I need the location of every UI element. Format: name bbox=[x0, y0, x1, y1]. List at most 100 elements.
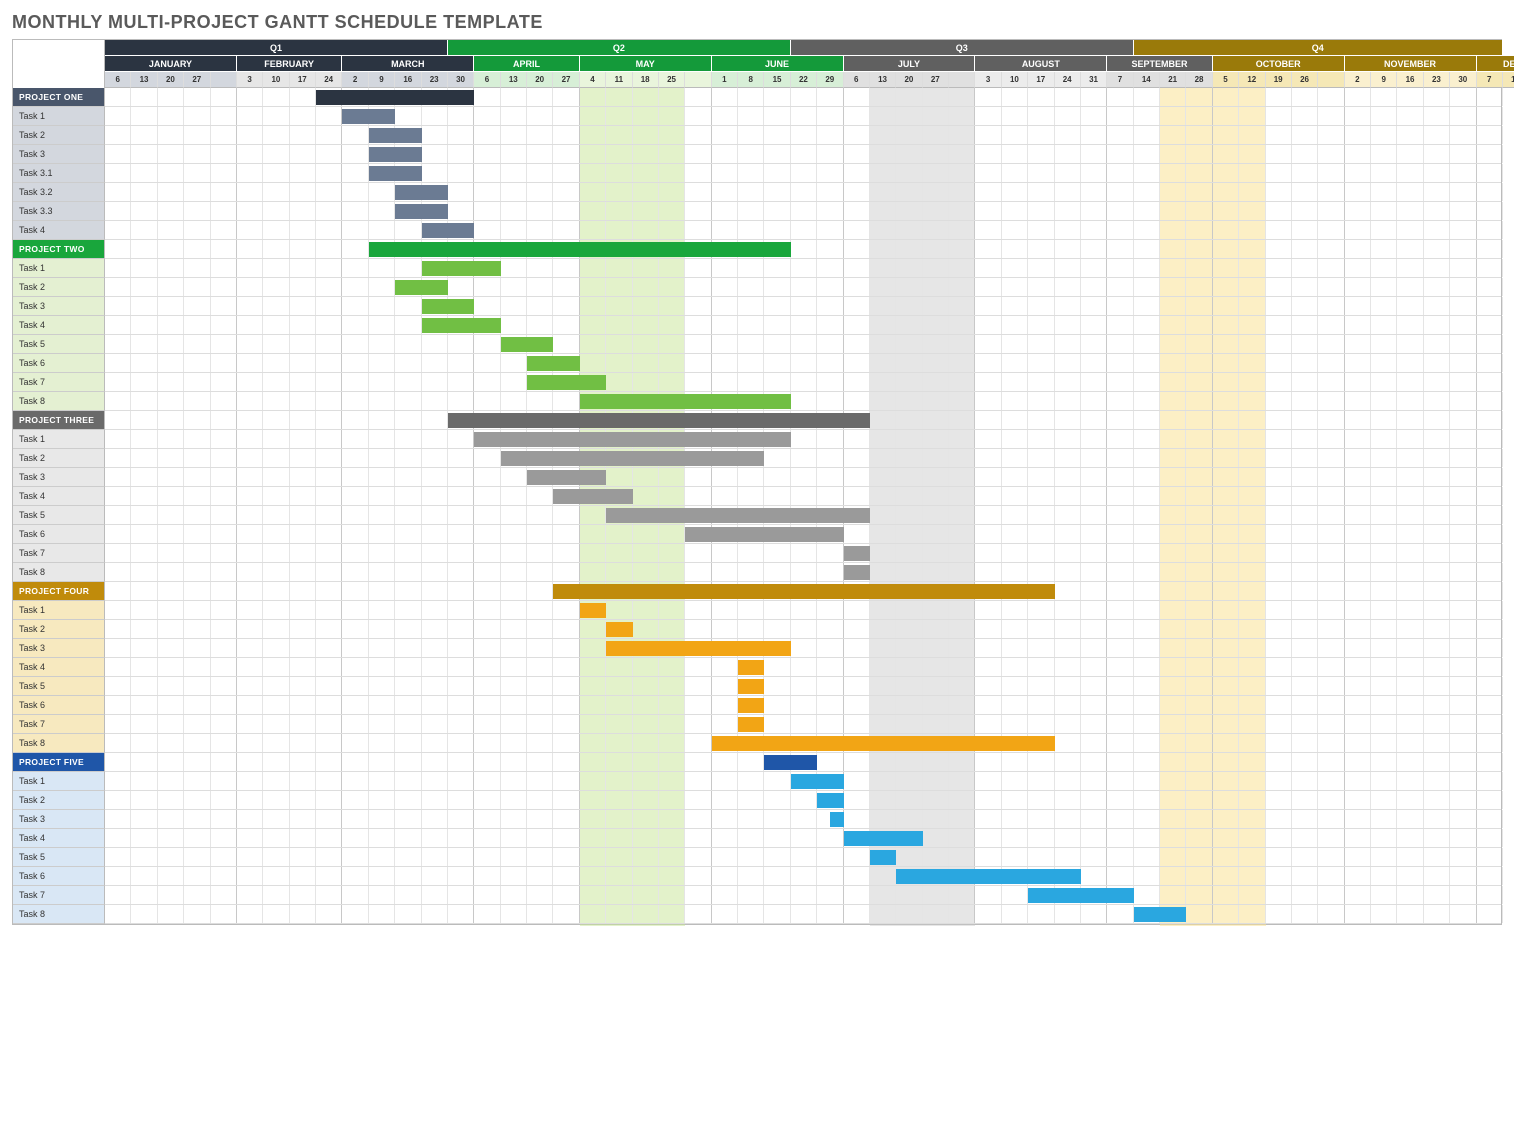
gantt-bar bbox=[448, 413, 870, 428]
month-header: JUNE bbox=[712, 56, 844, 72]
month-header: MARCH bbox=[342, 56, 474, 72]
week-header: 31 bbox=[1081, 72, 1107, 88]
week-header: 17 bbox=[1028, 72, 1054, 88]
gantt-bar bbox=[316, 90, 474, 105]
week-header bbox=[1318, 72, 1344, 88]
gantt-bar bbox=[395, 185, 448, 200]
month-header: NOVEMBER bbox=[1345, 56, 1477, 72]
task-label: Task 6 bbox=[13, 354, 105, 373]
task-row: Task 4 bbox=[13, 316, 1501, 335]
week-header: 17 bbox=[290, 72, 316, 88]
gantt-bar bbox=[422, 318, 501, 333]
week-header: 13 bbox=[870, 72, 896, 88]
row-grid bbox=[105, 772, 1501, 791]
task-row: Task 8 bbox=[13, 392, 1501, 411]
gantt-bar bbox=[817, 793, 843, 808]
gantt-bar bbox=[501, 337, 554, 352]
task-label: Task 3.1 bbox=[13, 164, 105, 183]
week-header: 26 bbox=[1292, 72, 1318, 88]
row-grid bbox=[105, 354, 1501, 373]
week-header: 9 bbox=[369, 72, 395, 88]
gantt-bar bbox=[844, 546, 870, 561]
row-grid bbox=[105, 886, 1501, 905]
task-row: Task 5 bbox=[13, 506, 1501, 525]
row-grid bbox=[105, 525, 1501, 544]
week-header: 13 bbox=[131, 72, 157, 88]
week-header: 22 bbox=[791, 72, 817, 88]
gantt-bar bbox=[844, 831, 923, 846]
row-grid bbox=[105, 563, 1501, 582]
gantt-bar bbox=[527, 375, 606, 390]
task-row: Task 6 bbox=[13, 525, 1501, 544]
gantt-bar bbox=[422, 299, 475, 314]
gantt-bar bbox=[830, 812, 843, 827]
row-grid bbox=[105, 544, 1501, 563]
week-header: 16 bbox=[395, 72, 421, 88]
row-grid bbox=[105, 335, 1501, 354]
week-header: 24 bbox=[316, 72, 342, 88]
task-label: Task 1 bbox=[13, 430, 105, 449]
task-row: Task 6 bbox=[13, 354, 1501, 373]
row-grid bbox=[105, 145, 1501, 164]
task-row: Task 6 bbox=[13, 696, 1501, 715]
week-header: 27 bbox=[923, 72, 949, 88]
week-header: 18 bbox=[633, 72, 659, 88]
row-grid bbox=[105, 582, 1501, 601]
project-label: PROJECT FIVE bbox=[13, 753, 105, 772]
row-grid bbox=[105, 601, 1501, 620]
gantt-bar bbox=[844, 565, 870, 580]
gantt-bar bbox=[369, 147, 422, 162]
week-header: 23 bbox=[1424, 72, 1450, 88]
task-label: Task 2 bbox=[13, 278, 105, 297]
row-grid bbox=[105, 297, 1501, 316]
gantt-bar bbox=[369, 128, 422, 143]
gantt-bar bbox=[738, 660, 764, 675]
week-header: 20 bbox=[896, 72, 922, 88]
gantt-bar bbox=[580, 394, 791, 409]
row-grid bbox=[105, 88, 1501, 107]
row-grid bbox=[105, 126, 1501, 145]
week-header: 14 bbox=[1503, 72, 1514, 88]
task-row: Task 2 bbox=[13, 449, 1501, 468]
task-label: Task 6 bbox=[13, 525, 105, 544]
task-label: Task 8 bbox=[13, 392, 105, 411]
gantt-bar bbox=[606, 508, 870, 523]
row-grid bbox=[105, 468, 1501, 487]
week-header: 3 bbox=[975, 72, 1001, 88]
week-header: 10 bbox=[263, 72, 289, 88]
week-header: 30 bbox=[1450, 72, 1476, 88]
gantt-bar bbox=[553, 489, 632, 504]
task-row: Task 2 bbox=[13, 791, 1501, 810]
week-header: 2 bbox=[1345, 72, 1371, 88]
row-grid bbox=[105, 734, 1501, 753]
row-grid bbox=[105, 639, 1501, 658]
gantt-bar bbox=[738, 717, 764, 732]
gantt-bar bbox=[369, 242, 791, 257]
task-label: Task 7 bbox=[13, 544, 105, 563]
row-grid bbox=[105, 240, 1501, 259]
row-grid bbox=[105, 620, 1501, 639]
row-grid bbox=[105, 430, 1501, 449]
week-header: 4 bbox=[580, 72, 606, 88]
row-grid bbox=[105, 278, 1501, 297]
task-row: Task 3.2 bbox=[13, 183, 1501, 202]
task-label: Task 2 bbox=[13, 126, 105, 145]
task-label: Task 1 bbox=[13, 259, 105, 278]
task-row: Task 3.3 bbox=[13, 202, 1501, 221]
task-row: Task 7 bbox=[13, 544, 1501, 563]
row-grid bbox=[105, 221, 1501, 240]
task-label: Task 8 bbox=[13, 905, 105, 924]
task-row: Task 6 bbox=[13, 867, 1501, 886]
task-row: Task 3 bbox=[13, 297, 1501, 316]
task-row: Task 2 bbox=[13, 126, 1501, 145]
project-row: PROJECT FOUR bbox=[13, 582, 1501, 601]
week-header: 7 bbox=[1477, 72, 1503, 88]
gantt-bar bbox=[474, 432, 791, 447]
row-grid bbox=[105, 867, 1501, 886]
task-label: Task 4 bbox=[13, 316, 105, 335]
week-header: 27 bbox=[184, 72, 210, 88]
month-header: JULY bbox=[844, 56, 976, 72]
week-header: 30 bbox=[448, 72, 474, 88]
row-grid bbox=[105, 848, 1501, 867]
row-grid bbox=[105, 677, 1501, 696]
